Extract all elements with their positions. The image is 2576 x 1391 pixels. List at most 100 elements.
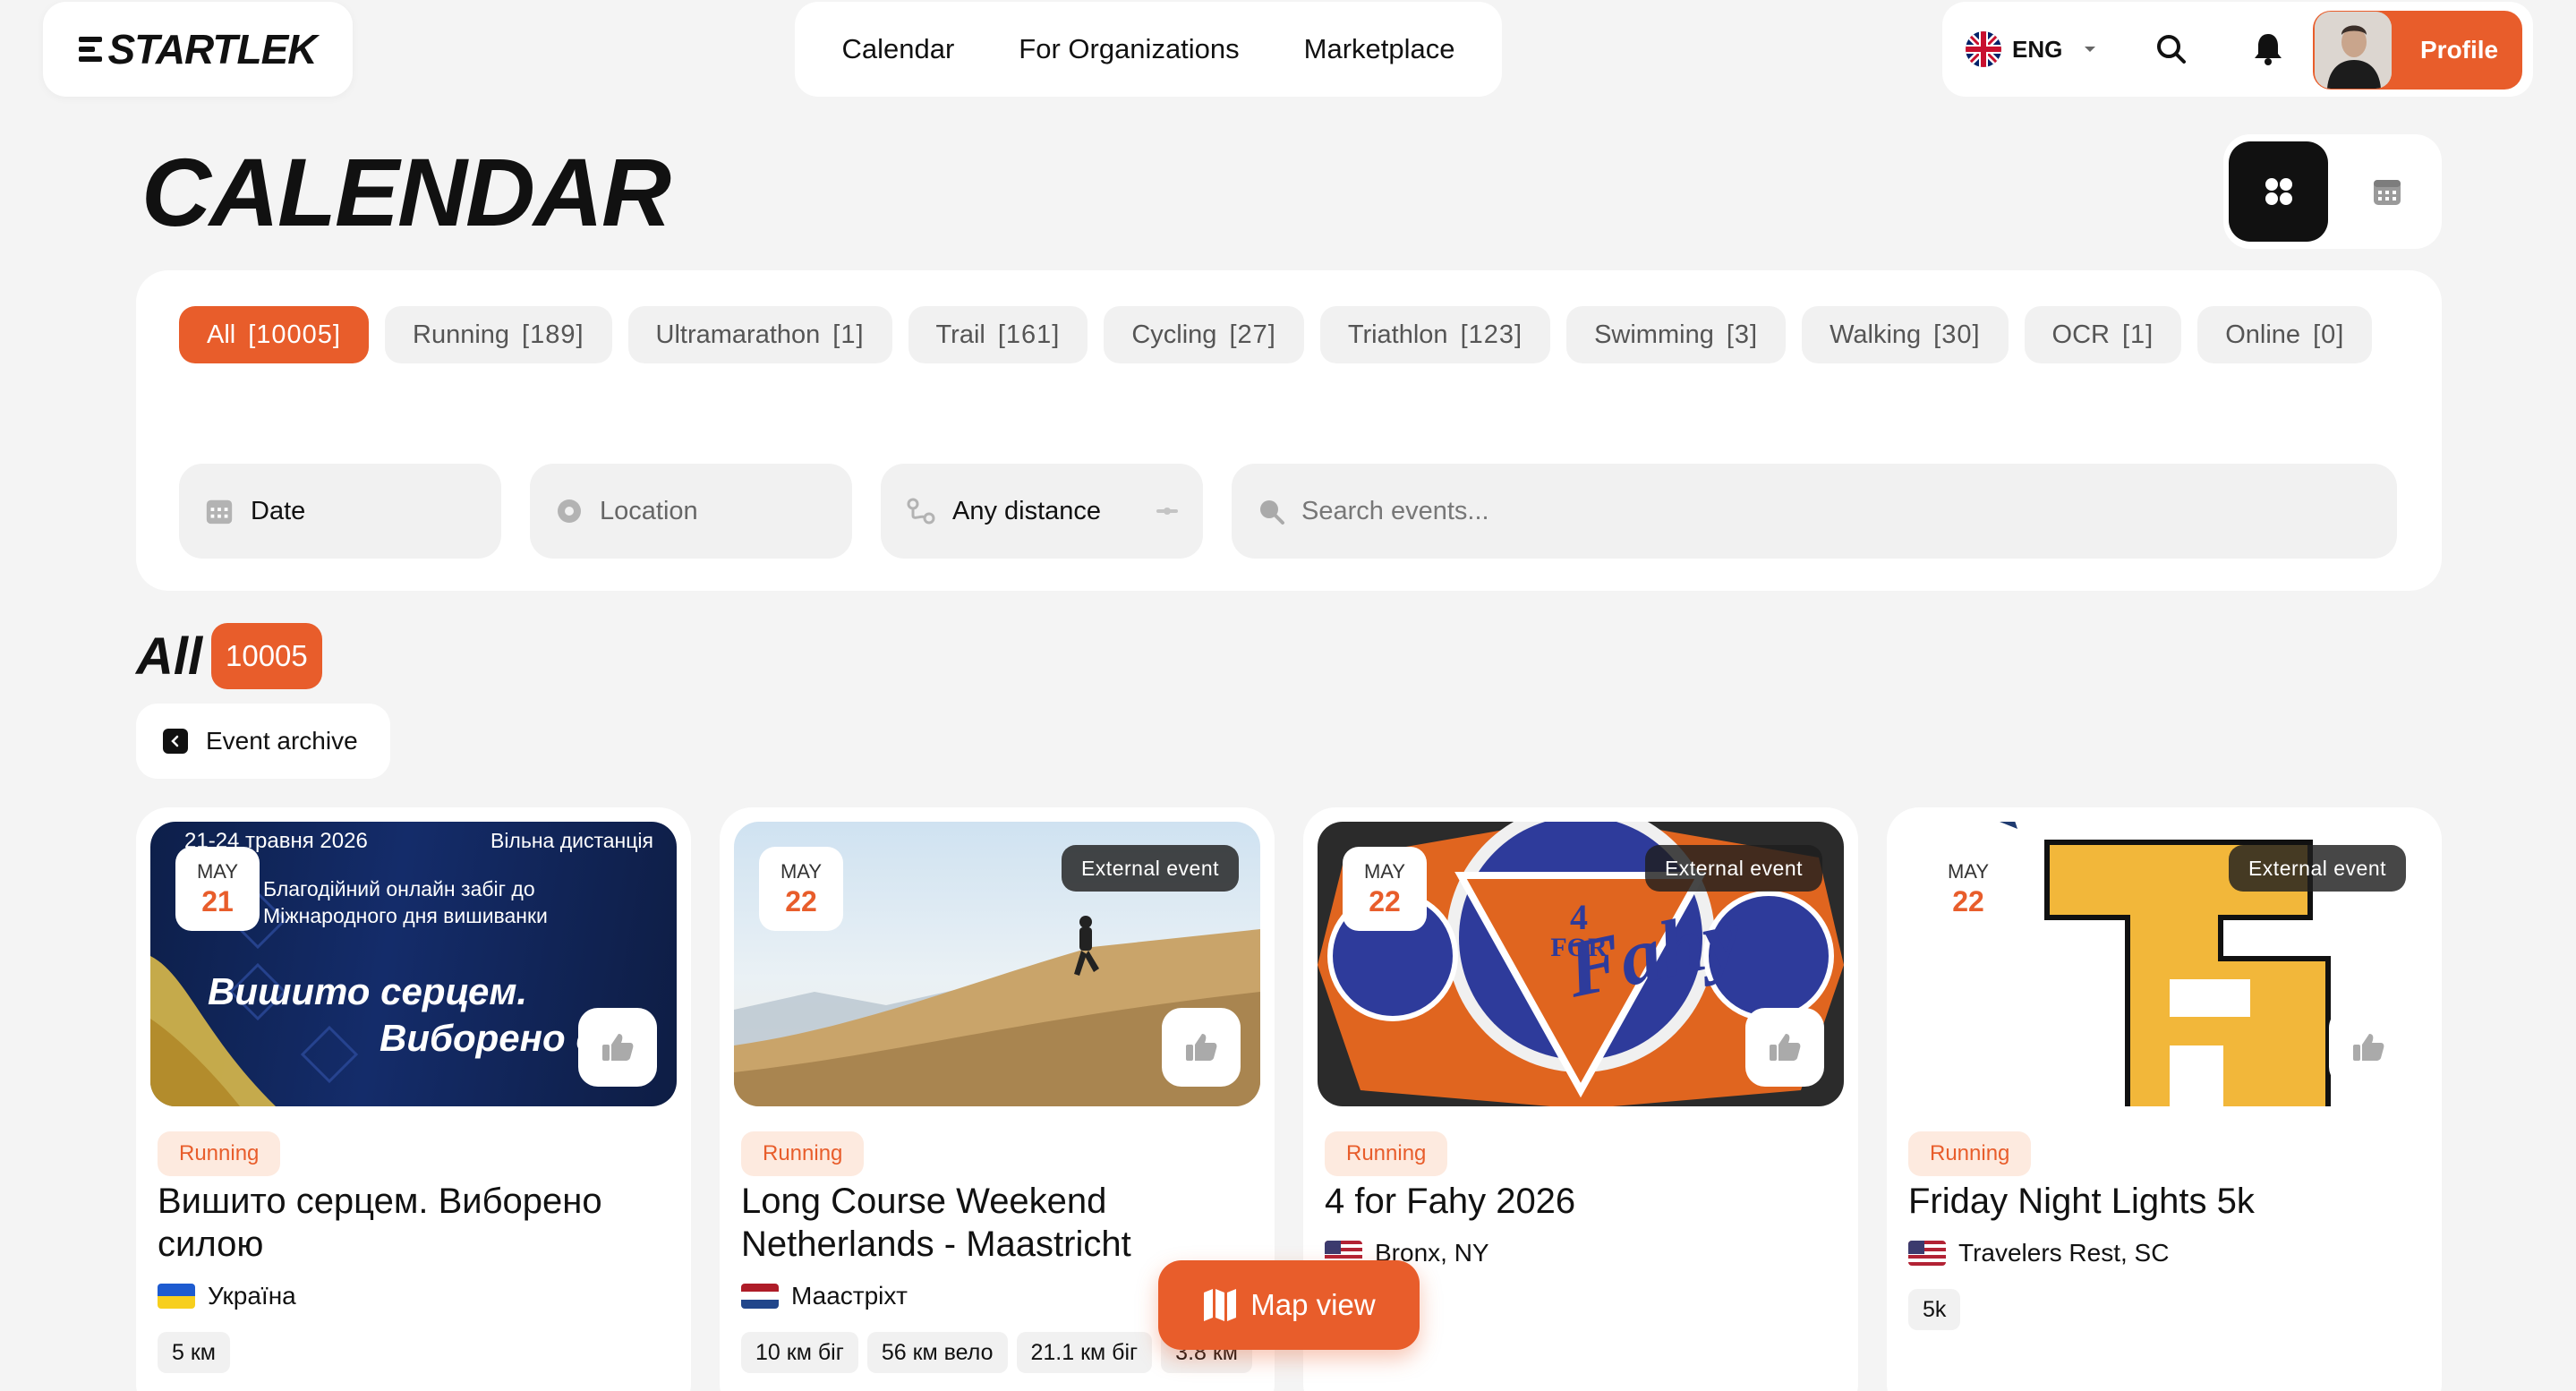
us-flag-icon [1908,1241,1946,1266]
chip-ocr[interactable]: OCR [1] [2024,306,2182,363]
nav-marketplace[interactable]: Marketplace [1304,33,1455,65]
chip-running[interactable]: Running [189] [385,306,612,363]
search-icon[interactable] [2152,30,2191,69]
event-image: 21-24 травня 2026 Вільна дистанція Благо… [150,822,677,1106]
event-card[interactable]: 21-24 травня 2026 Вільна дистанція Благо… [136,807,691,1391]
date-day: 22 [1369,884,1401,917]
language-label: ENG [2012,35,2063,63]
user-bar: ENG Profile [1942,2,2533,97]
main-nav: Calendar For Organizations Marketplace [795,2,1502,97]
chevron-down-icon [2085,47,2096,52]
distance-tags: 5 км [158,1332,230,1373]
netherlands-flag-icon [741,1284,779,1309]
map-view-button[interactable]: Map view [1158,1260,1420,1350]
external-event-badge: External event [1644,845,1822,892]
search-events-placeholder: Search events... [1301,496,1489,525]
chip-ultramarathon[interactable]: Ultramarathon [1] [627,306,892,363]
event-image: MAY 22 External event [1901,822,2427,1106]
thumbs-up-icon [1186,1034,1217,1061]
event-title[interactable]: Long Course Weekend Netherlands - Maastr… [741,1180,1251,1266]
chip-triathlon[interactable]: Triathlon [123] [1319,306,1551,363]
external-event-badge: External event [1061,845,1239,892]
event-title[interactable]: Вишито серцем. Виборено силою [158,1180,668,1266]
location-filter[interactable]: Location [530,464,852,559]
poster-number: 4 [1570,897,1588,937]
filter-row: Date Location Any distance Search events… [179,464,2397,559]
chip-online[interactable]: Online [0] [2197,306,2373,363]
date-filter[interactable]: Date [179,464,501,559]
distance-tag: 10 км біг [741,1332,858,1373]
uk-flag-icon [1966,31,2001,67]
ukraine-flag-icon [158,1284,195,1309]
category-badge: Running [741,1131,865,1176]
thumbs-up-icon [2353,1034,2384,1061]
distance-tag: 5k [1908,1289,1961,1330]
distance-tag: 21.1 км біг [1016,1332,1153,1373]
grid-view-button[interactable] [2229,141,2328,242]
nav-calendar[interactable]: Calendar [841,33,954,65]
chip-cycling[interactable]: Cycling [27] [1104,306,1304,363]
category-badge: Running [158,1131,281,1176]
calendar-icon [2373,180,2401,205]
event-location: Україна [158,1282,296,1310]
event-card[interactable]: MAY 22 External event Running Friday Nig… [1887,807,2442,1391]
avatar [2315,12,2392,89]
event-location: Маастріхт [741,1282,908,1310]
like-button[interactable] [1162,1008,1241,1087]
profile-label: Profile [2420,36,2499,64]
event-location-label: Маастріхт [791,1282,908,1310]
bell-icon[interactable] [2248,30,2288,69]
like-button[interactable] [2329,1008,2408,1087]
search-events-field[interactable]: Search events... [1232,464,2397,559]
date-filter-label: Date [251,496,306,525]
date-month: MAY [1363,859,1406,883]
event-title[interactable]: Friday Night Lights 5k [1908,1180,2418,1223]
event-archive-button[interactable]: Event archive [136,704,390,779]
distance-filter-label: Any distance [952,496,1102,525]
thumbs-up-icon [1770,1034,1801,1061]
filter-panel: All [10005] Running [189] Ultramarathon [1]… [136,270,2442,591]
logo[interactable]: STARTLEK [43,2,353,97]
location-pin-icon [558,499,581,523]
distance-filter[interactable]: Any distance [881,464,1203,559]
like-button[interactable] [1745,1008,1824,1087]
event-location-label: Travelers Rest, SC [1958,1239,2170,1267]
chip-walking[interactable]: Walking [30] [1802,306,2009,363]
chip-trail[interactable]: Trail [161] [908,306,1088,363]
profile-button[interactable]: Profile [2313,11,2522,90]
logo-text: STARTLEK [107,26,317,73]
event-image: MAY 22 External event [734,822,1260,1106]
date-day: 22 [1952,884,1984,917]
date-badge: MAY 22 [759,847,843,931]
date-month: MAY [1947,859,1990,883]
poster-subtitle: Благодійний онлайн забіг до Міжнародного… [263,877,548,927]
logo-mark-icon [79,37,103,62]
calendar-icon [206,499,233,525]
search-icon [1260,500,1284,525]
date-badge: MAY 22 [1926,847,2010,931]
event-location-label: Україна [208,1282,296,1310]
chip-swimming[interactable]: Swimming [3] [1566,306,1787,363]
poster-for: FOR [1550,933,1608,962]
slider-icon [1156,508,1178,515]
date-month: MAY [780,859,823,883]
page-title: CALENDAR [141,138,671,246]
map-view-label: Map view [1250,1288,1376,1321]
poster-line-1: Вишито серцем. [208,970,528,1012]
chip-all[interactable]: All [10005] [179,306,369,363]
date-day: 22 [785,884,817,917]
category-badge: Running [1325,1131,1448,1176]
date-badge: MAY 21 [175,847,260,931]
date-month: MAY [196,859,239,883]
nav-for-organizations[interactable]: For Organizations [1019,33,1239,65]
chevron-left-icon [163,729,188,754]
view-toggle [2223,134,2442,249]
like-button[interactable] [578,1008,657,1087]
route-icon [907,498,935,525]
event-title[interactable]: 4 for Fahy 2026 [1325,1180,1835,1223]
external-event-badge: External event [2228,845,2406,892]
calendar-view-button[interactable] [2337,141,2436,242]
thumbs-up-icon [602,1034,634,1061]
distance-tags: 5k [1908,1289,1961,1330]
language-selector[interactable]: ENG [1966,31,2098,67]
